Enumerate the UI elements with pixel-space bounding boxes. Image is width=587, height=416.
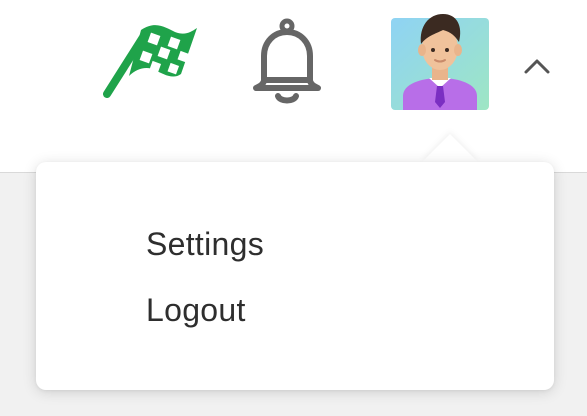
checkered-flag-icon: [103, 25, 197, 98]
user-menu-toggle[interactable]: [520, 52, 554, 80]
menu-item-settings[interactable]: Settings: [146, 224, 264, 264]
notifications-button[interactable]: [250, 18, 324, 108]
avatar-image: [391, 14, 489, 110]
bell-icon: [253, 18, 321, 104]
menu-item-logout[interactable]: Logout: [146, 290, 246, 330]
chevron-up-icon: [524, 59, 550, 74]
user-avatar[interactable]: [391, 10, 489, 110]
user-dropdown-menu: Settings Logout: [36, 162, 554, 390]
dropdown-caret: [422, 134, 478, 162]
checkered-flag-button[interactable]: [101, 18, 201, 98]
